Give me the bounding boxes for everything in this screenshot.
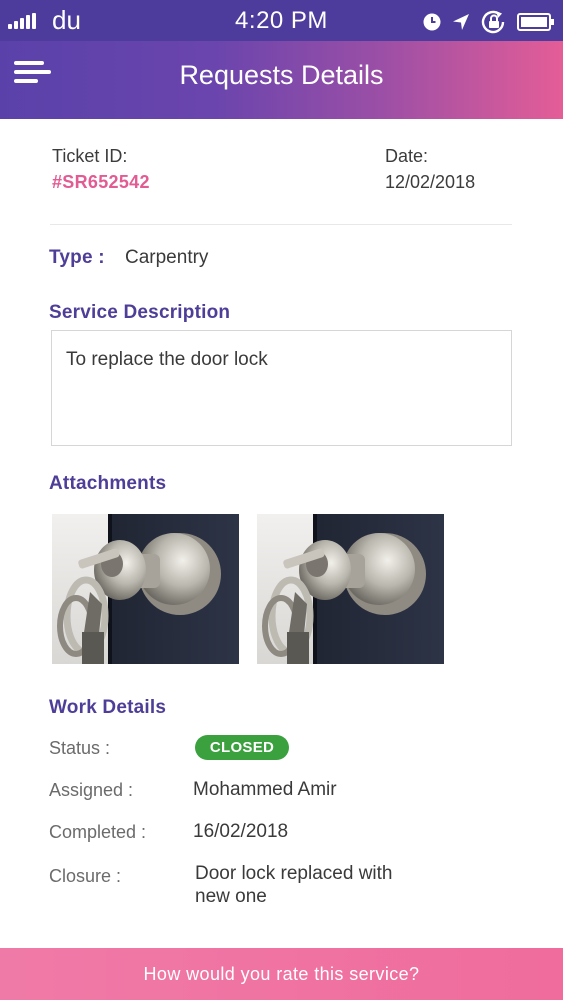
type-label: Type : — [49, 247, 105, 268]
date-value: 12/02/2018 — [385, 172, 476, 192]
closure-value-line: new one — [195, 886, 267, 907]
rotation-lock-icon — [481, 10, 505, 34]
divider — [50, 224, 512, 225]
attachments-title: Attachments — [49, 473, 167, 494]
page-title: Requests Details — [179, 60, 384, 90]
request-details-content: Ticket ID: #SR652542 Date: 12/02/2018 Ty… — [0, 119, 563, 948]
status-bar: du 4:20 PM — [0, 0, 563, 41]
completed-value: 16/02/2018 — [193, 821, 289, 842]
date-label: Date: — [385, 146, 429, 166]
ticket-id-value: #SR652542 — [52, 172, 150, 192]
alarm-clock-icon — [423, 13, 441, 31]
door-lock-image — [52, 514, 239, 664]
app-header: Requests Details — [0, 41, 563, 119]
status-icons — [422, 9, 555, 35]
attachment-thumbnail[interactable] — [257, 514, 444, 664]
service-description-box: To replace the door lock — [51, 330, 512, 446]
door-lock-image — [257, 514, 444, 664]
assigned-label: Assigned : — [49, 780, 134, 800]
location-arrow-icon — [453, 14, 469, 30]
status-badge: CLOSED — [195, 735, 289, 760]
work-details-title: Work Details — [49, 697, 167, 718]
rate-service-button[interactable]: How would you rate this service? — [0, 948, 563, 1000]
ticket-id-label: Ticket ID: — [52, 146, 128, 166]
completed-label: Completed : — [49, 822, 147, 842]
service-description-title: Service Description — [49, 302, 231, 323]
assigned-value: Mohammed Amir — [193, 779, 337, 800]
closure-value-line: Door lock replaced with — [195, 863, 393, 884]
battery-icon — [517, 13, 554, 31]
closure-label: Closure : — [49, 866, 122, 886]
closure-value: Door lock replaced with new one — [195, 862, 392, 908]
attachment-thumbnail[interactable] — [52, 514, 239, 664]
type-value: Carpentry — [125, 247, 209, 268]
status-label: Status : — [49, 738, 111, 758]
